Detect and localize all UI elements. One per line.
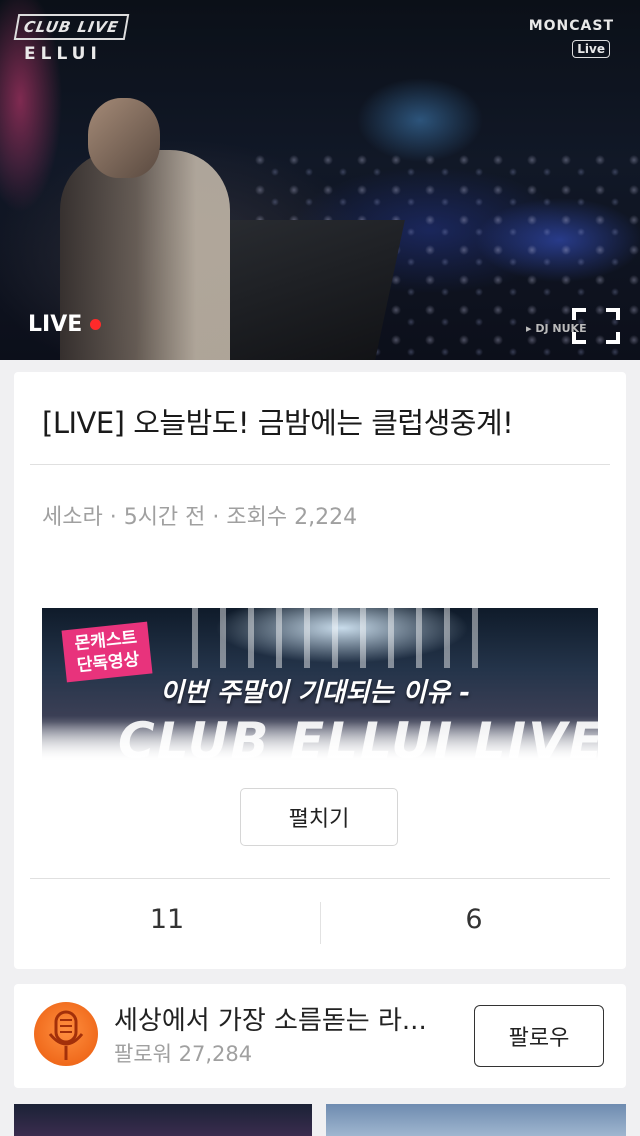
- live-badge: LIVE: [28, 312, 102, 337]
- post-title: [LIVE] 오늘밤도! 금밤에는 클럽생중계!: [42, 406, 514, 440]
- exclusive-video-tag: 몬캐스트 단독영상: [61, 621, 153, 683]
- expand-button[interactable]: 펼치기: [240, 788, 398, 846]
- video-player[interactable]: CLUB LIVE ELLUI MONCAST Live LIVE ▸ DJ N…: [0, 0, 640, 360]
- related-video-thumbnail[interactable]: [326, 1104, 626, 1136]
- live-label: LIVE: [28, 312, 83, 337]
- channel-followers: 팔로워 27,284: [114, 1042, 253, 1066]
- post-card: [LIVE] 오늘밤도! 금밤에는 클럽생중계! 세소라 · 5시간 전 · 조…: [14, 372, 626, 969]
- fullscreen-icon: [572, 308, 620, 344]
- thumbnail-headline: 이번 주말이 기대되는 이유 -: [160, 678, 471, 708]
- related-video-thumbnail[interactable]: [14, 1104, 312, 1136]
- moncast-logo: MONCAST: [528, 18, 614, 34]
- thumbnail-fade: [42, 722, 598, 762]
- comment-count[interactable]: 6: [321, 904, 627, 935]
- channel-card[interactable]: 세상에서 가장 소름돋는 라... 팔로워 27,284 팔로우: [14, 984, 626, 1088]
- channel-avatar[interactable]: [34, 1002, 98, 1066]
- post-thumbnail[interactable]: 몬캐스트 단독영상 이번 주말이 기대되는 이유 - CLUB ELLUI LI…: [42, 608, 598, 762]
- moncast-live-tag: Live: [572, 40, 610, 58]
- fullscreen-button[interactable]: [572, 308, 620, 344]
- dj-head: [88, 98, 160, 178]
- stats-divider: [30, 878, 610, 879]
- like-count[interactable]: 11: [14, 904, 320, 935]
- ellui-logo: ELLUI: [24, 44, 102, 64]
- club-live-logo: CLUB LIVE: [13, 14, 129, 40]
- live-dot-icon: [90, 319, 102, 330]
- follow-button[interactable]: 팔로우: [474, 1005, 604, 1067]
- stage-lights: [192, 608, 492, 668]
- channel-name[interactable]: 세상에서 가장 소름돋는 라...: [114, 1000, 459, 1037]
- microphone-icon: [48, 1010, 84, 1060]
- post-meta: 세소라 · 5시간 전 · 조회수 2,224: [42, 505, 358, 530]
- title-divider: [30, 464, 610, 465]
